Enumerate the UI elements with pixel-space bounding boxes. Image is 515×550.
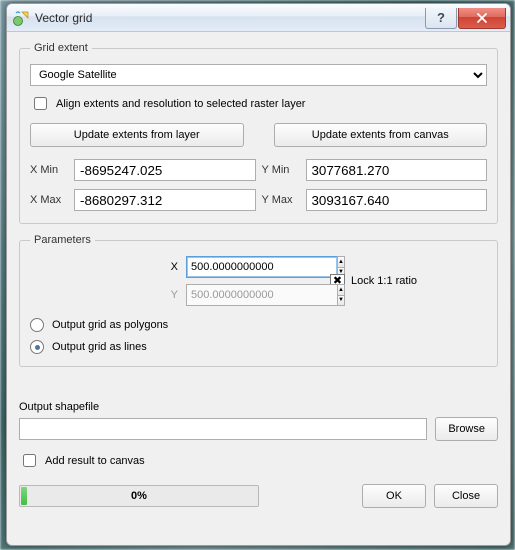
grid-extent-legend: Grid extent (30, 42, 92, 54)
app-icon (13, 10, 29, 26)
progress-percent: 0% (20, 486, 258, 506)
spin-up-icon[interactable]: ▲ (338, 257, 344, 268)
y-label: Y (30, 289, 186, 301)
browse-button[interactable]: Browse (435, 417, 498, 441)
spin-down-icon: ▼ (338, 296, 344, 306)
output-polygons-label: Output grid as polygons (52, 319, 168, 331)
update-extents-from-canvas-button[interactable]: Update extents from canvas (274, 123, 488, 147)
parameters-legend: Parameters (30, 234, 95, 246)
xmax-label: X Max (30, 194, 68, 206)
align-extents-checkbox[interactable] (34, 97, 47, 110)
spin-up-icon: ▲ (338, 285, 344, 296)
x-label: X (30, 261, 186, 273)
window-title: Vector grid (35, 11, 425, 25)
help-button[interactable]: ? (425, 8, 457, 29)
xmax-input[interactable] (74, 189, 256, 211)
xmin-label: X Min (30, 164, 68, 176)
layer-combo[interactable]: Google Satellite (30, 64, 487, 86)
title-bar: Vector grid ? (7, 4, 510, 32)
output-lines-label: Output grid as lines (52, 341, 147, 353)
output-shapefile-label: Output shapefile (19, 401, 498, 413)
x-spinbox[interactable]: ▲ ▼ (186, 256, 312, 278)
ymax-label: Y Max (262, 194, 300, 206)
ymin-label: Y Min (262, 164, 300, 176)
ymin-input[interactable] (306, 159, 488, 181)
output-polygons-radio[interactable] (30, 318, 44, 332)
progress-bar: 0% (19, 485, 259, 507)
x-spin-input[interactable] (186, 256, 337, 278)
align-extents-label: Align extents and resolution to selected… (56, 98, 305, 110)
update-extents-from-layer-button[interactable]: Update extents from layer (30, 123, 244, 147)
xmin-input[interactable] (74, 159, 256, 181)
client-area: Grid extent Google Satellite Align exten… (7, 32, 510, 545)
output-lines-radio[interactable] (30, 340, 44, 354)
ymax-input[interactable] (306, 189, 488, 211)
parameters-group: Parameters X ▲ ▼ ✖ Lock 1:1 ratio Y (19, 234, 498, 367)
add-result-label: Add result to canvas (45, 455, 145, 467)
dialog-window: Vector grid ? Grid extent Google Satelli… (6, 3, 511, 546)
grid-extent-group: Grid extent Google Satellite Align exten… (19, 42, 498, 224)
output-shapefile-input[interactable] (19, 418, 427, 440)
add-result-checkbox[interactable] (23, 454, 36, 467)
y-spinbox: ▲ ▼ (186, 284, 312, 306)
ok-button[interactable]: OK (362, 484, 426, 508)
y-spin-buttons: ▲ ▼ (337, 284, 345, 306)
title-buttons: ? (425, 8, 510, 28)
close-button[interactable]: Close (434, 484, 498, 508)
lock-ratio-label: Lock 1:1 ratio (351, 275, 417, 287)
close-window-button[interactable] (458, 8, 506, 29)
y-spin-input (186, 284, 337, 306)
